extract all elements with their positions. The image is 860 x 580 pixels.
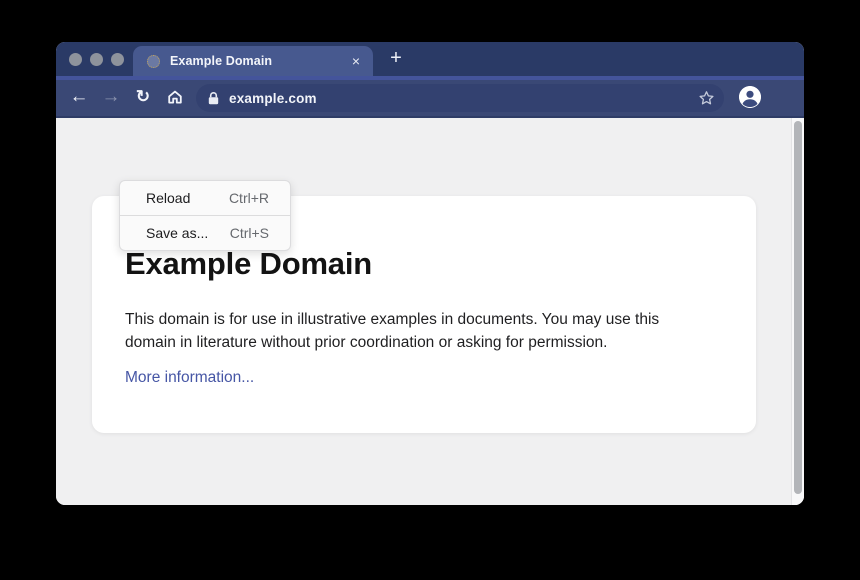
menu-item-shortcut: Ctrl+R <box>229 190 269 206</box>
lock-icon <box>207 91 220 106</box>
zoom-window-button[interactable] <box>111 53 124 66</box>
browser-window: Example Domain × + ← → ↻ example.com <box>56 42 804 505</box>
more-information-link[interactable]: More information... <box>125 369 254 387</box>
menu-item-label: Save as... <box>146 225 208 241</box>
tab-example-domain[interactable]: Example Domain × <box>133 46 373 76</box>
scrollbar-thumb[interactable] <box>794 121 802 494</box>
forward-button[interactable]: → <box>99 84 123 110</box>
profile-avatar-icon[interactable] <box>739 86 761 108</box>
scrollbar-track[interactable] <box>791 118 804 505</box>
context-menu-item-reload[interactable]: Reload Ctrl+R <box>120 181 290 215</box>
star-bookmark-icon[interactable] <box>698 90 715 107</box>
traffic-lights <box>69 53 124 66</box>
url-text[interactable]: example.com <box>229 91 317 106</box>
paragraph-line-2: domain in literature without prior coord… <box>125 334 607 351</box>
menu-item-label: Reload <box>146 190 190 206</box>
page-heading: Example Domain <box>125 246 696 282</box>
context-menu-item-save-as[interactable]: Save as... Ctrl+S <box>120 215 290 250</box>
tab-close-icon[interactable]: × <box>352 54 360 68</box>
page-paragraph: This domain is for use in illustrative e… <box>125 308 696 354</box>
toolbar: ← → ↻ example.com <box>56 76 804 118</box>
minimize-window-button[interactable] <box>90 53 103 66</box>
address-bar[interactable]: example.com <box>196 84 724 112</box>
globe-favicon-icon <box>147 55 160 68</box>
context-menu: Reload Ctrl+R Save as... Ctrl+S <box>119 180 291 251</box>
titlebar: Example Domain × + <box>56 42 804 76</box>
close-window-button[interactable] <box>69 53 82 66</box>
tab-title: Example Domain <box>170 54 344 68</box>
back-button[interactable]: ← <box>67 84 91 110</box>
web-content: Example Domain This domain is for use in… <box>56 118 804 505</box>
menu-item-shortcut: Ctrl+S <box>230 225 269 241</box>
paragraph-line-1: This domain is for use in illustrative e… <box>125 311 659 328</box>
new-tab-button[interactable]: + <box>385 45 407 71</box>
home-icon <box>166 88 184 106</box>
home-button[interactable] <box>163 84 187 110</box>
reload-button[interactable]: ↻ <box>131 84 155 110</box>
